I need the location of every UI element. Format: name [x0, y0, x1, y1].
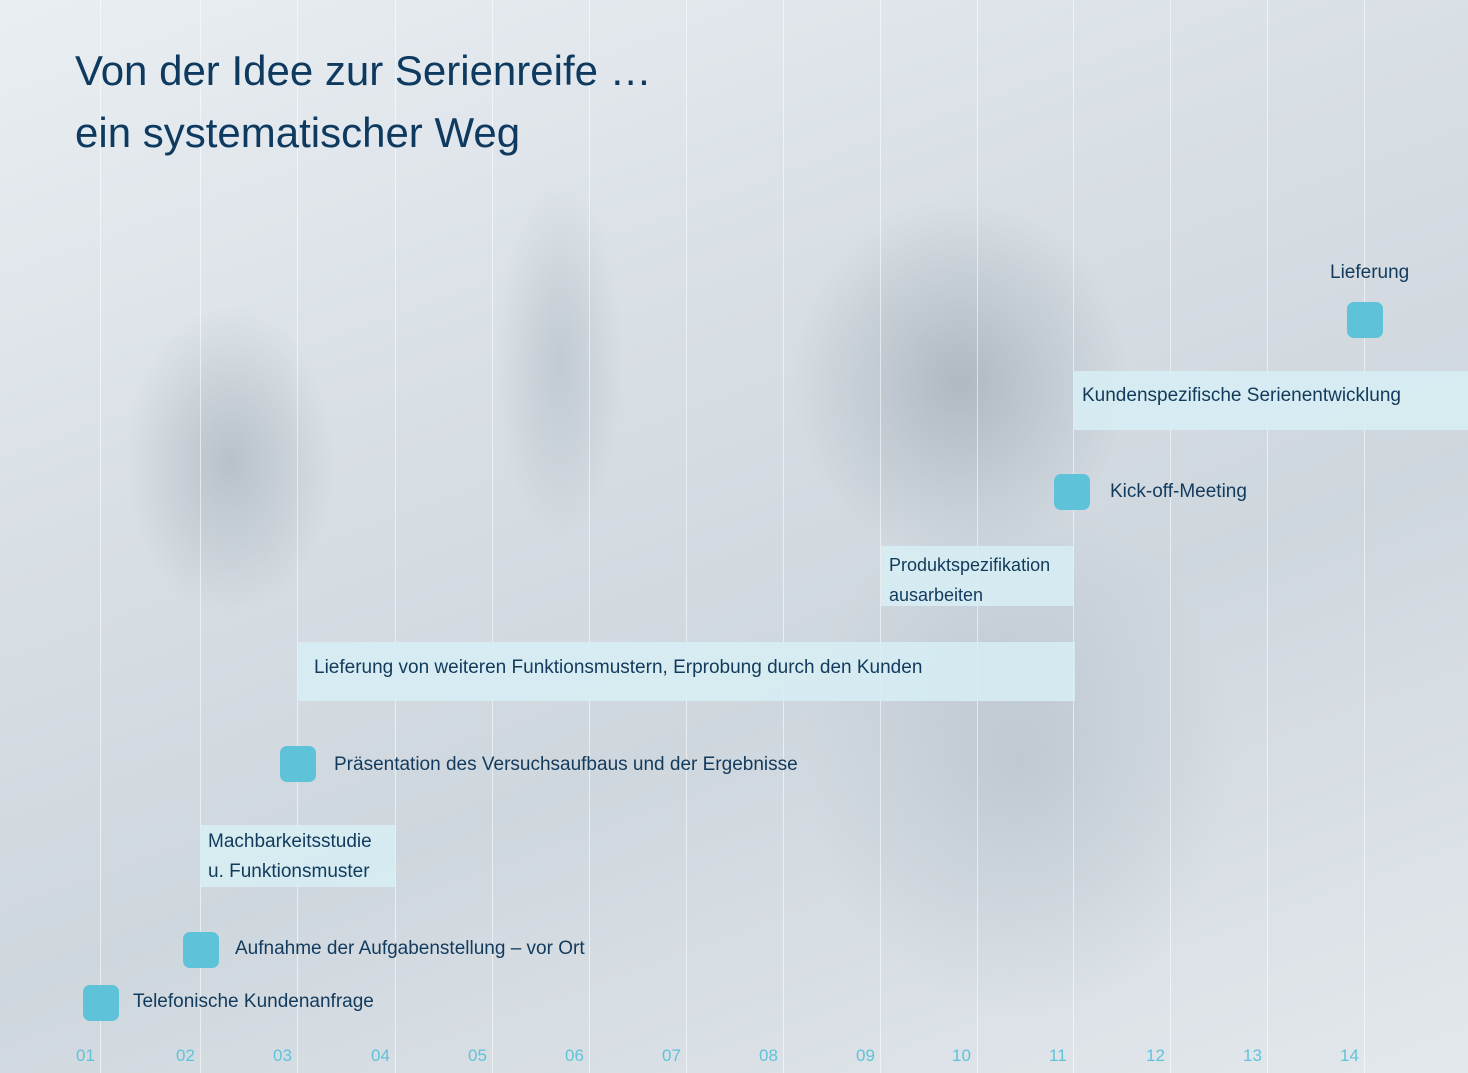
- band-machbarkeitsstudie-line-2: u. Funktionsmuster: [208, 861, 370, 882]
- axis-tick-04: 04: [371, 1046, 390, 1065]
- axis-tick-05: 05: [468, 1046, 487, 1065]
- axis-tick-07: 07: [662, 1046, 681, 1065]
- step-kickoff-label: Kick-off-Meeting: [1110, 481, 1247, 502]
- band-machbarkeitsstudie: Machbarkeitsstudie u. Funktionsmuster: [200, 825, 395, 887]
- axis-tick-01: 01: [76, 1046, 95, 1065]
- grid-line: [1364, 0, 1365, 1073]
- band-machbarkeitsstudie-line-1: Machbarkeitsstudie: [208, 831, 372, 852]
- axis-tick-10: 10: [952, 1046, 971, 1065]
- step-telefonisch-label: Telefonische Kundenanfrage: [133, 991, 374, 1012]
- title-line-2: ein systematischer Weg: [75, 109, 521, 156]
- axis-tick-08: 08: [759, 1046, 778, 1065]
- grid-line: [977, 0, 978, 1073]
- band-lieferung-funktionsmuster-label: Lieferung von weiteren Funktionsmustern,…: [314, 657, 923, 678]
- grid-line: [783, 0, 784, 1073]
- step-kickoff-marker: [1054, 474, 1090, 510]
- page-title: Von der Idee zur Serienreife … ein syste…: [75, 40, 652, 164]
- axis-tick-11: 11: [1049, 1046, 1067, 1065]
- grid-line: [1170, 0, 1171, 1073]
- band-produktspezifikation-line-1: Produktspezifikation: [889, 555, 1051, 575]
- step-praesentation-label: Präsentation des Versuchsaufbaus und der…: [334, 754, 798, 775]
- grid-line: [880, 0, 881, 1073]
- band-produktspezifikation-line-2: ausarbeiten: [889, 585, 984, 605]
- step-praesentation-marker: [280, 746, 316, 782]
- step-lieferung-marker: [1347, 302, 1383, 338]
- band-serienentwicklung-label: Kundenspezifische Serienentwicklung: [1082, 385, 1401, 406]
- band-lieferung-funktionsmuster: Lieferung von weiteren Funktionsmustern,…: [298, 642, 1075, 701]
- step-telefonisch-marker: [83, 985, 119, 1021]
- grid-line: [1073, 0, 1074, 1073]
- axis-tick-13: 13: [1243, 1046, 1262, 1065]
- axis-tick-12: 12: [1146, 1046, 1165, 1065]
- grid-line: [686, 0, 687, 1073]
- axis-tick-09: 09: [856, 1046, 875, 1065]
- axis-tick-03: 03: [273, 1046, 292, 1065]
- band-produktspezifikation: Produktspezifikation ausarbeiten: [881, 546, 1073, 606]
- band-serienentwicklung: Kundenspezifische Serienentwicklung: [1073, 371, 1468, 430]
- step-aufnahme-label: Aufnahme der Aufgabenstellung – vor Ort: [235, 938, 585, 959]
- step-aufnahme-marker: [183, 932, 219, 968]
- axis-tick-02: 02: [176, 1046, 195, 1065]
- grid-line: [1267, 0, 1268, 1073]
- axis-tick-06: 06: [565, 1046, 584, 1065]
- axis-tick-14: 14: [1340, 1046, 1359, 1065]
- step-lieferung-label: Lieferung: [1330, 262, 1410, 283]
- title-line-1: Von der Idee zur Serienreife …: [75, 47, 652, 94]
